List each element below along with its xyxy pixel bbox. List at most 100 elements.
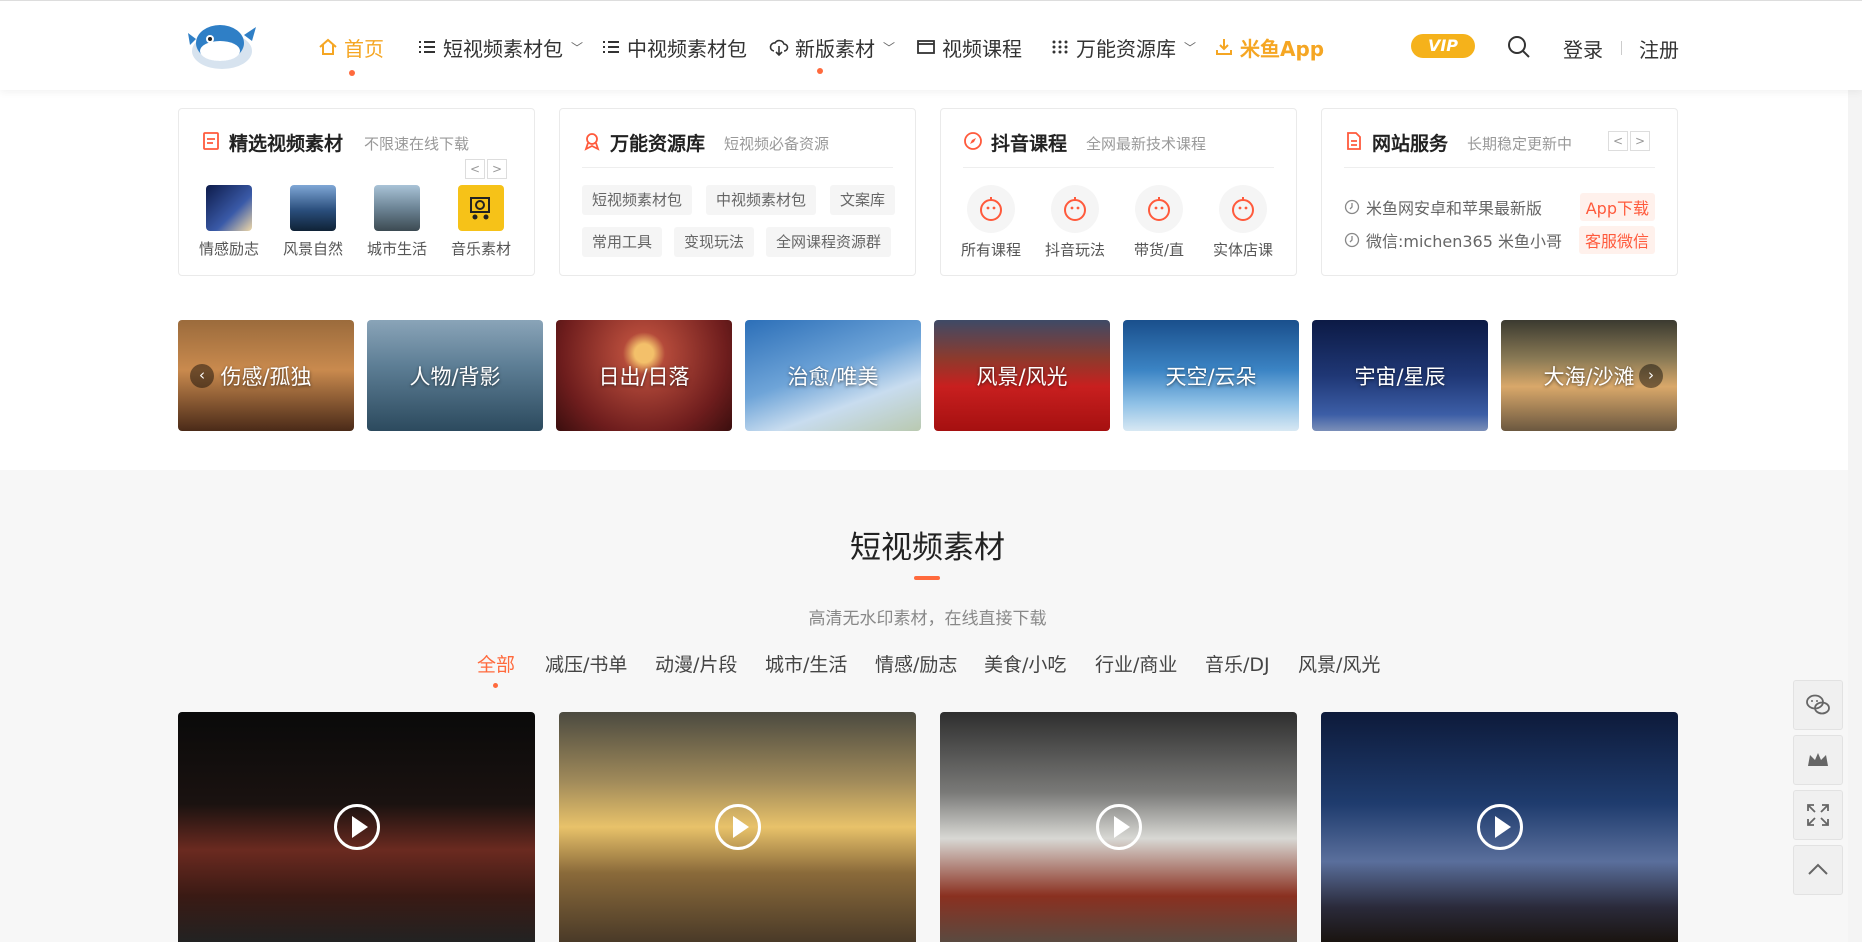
video-thumbnail[interactable] <box>178 712 535 942</box>
card-divider <box>963 167 1274 168</box>
resource-tag[interactable]: 文案库 <box>830 185 896 215</box>
back-to-top-button[interactable] <box>1793 845 1843 895</box>
play-icon[interactable] <box>715 804 761 850</box>
course-circle <box>1219 185 1267 233</box>
chevron-right-icon[interactable]: > <box>1630 131 1650 151</box>
filter-tab[interactable]: 情感/励志 <box>875 650 957 677</box>
chevron-right-icon[interactable]: > <box>487 159 507 179</box>
nav-new-dot <box>817 68 823 74</box>
course-item[interactable]: 实体店课 <box>1203 185 1283 260</box>
nav-resource-library[interactable]: 万能资源库 ﹀ <box>1050 33 1196 61</box>
card-title: 精选视频素材 <box>229 133 344 155</box>
chevron-down-icon: ﹀ <box>1184 40 1197 55</box>
nav-new-materials[interactable]: 新版素材 ﹀ <box>769 33 895 61</box>
section-title-underline <box>914 576 940 580</box>
service-row: 米鱼网安卓和苹果最新版 <box>1344 195 1542 219</box>
resource-tag[interactable]: 变现玩法 <box>674 227 755 257</box>
nav-mid-video-pack[interactable]: 中视频素材包 <box>601 33 747 61</box>
service-text: 米鱼网安卓和苹果最新版 <box>1366 199 1543 218</box>
nav-app[interactable]: 米鱼App <box>1214 33 1324 61</box>
card-subtitle: 全网最新技术课程 <box>1086 135 1207 153</box>
app-download-button[interactable]: App下载 <box>1579 193 1655 221</box>
video-thumbnail[interactable] <box>940 712 1297 942</box>
material-label: 情感励志 <box>198 240 259 258</box>
download-icon <box>1216 39 1232 55</box>
filter-tab[interactable]: 行业/商业 <box>1095 650 1177 677</box>
nav-resource-library-label: 万能资源库 <box>1076 36 1176 61</box>
material-label: 音乐素材 <box>450 240 511 258</box>
card-subtitle: 短视频必备资源 <box>724 135 830 153</box>
clock-icon <box>1344 232 1360 248</box>
service-row: 微信:michen365 米鱼小哥 <box>1344 228 1562 252</box>
vip-button[interactable] <box>1793 735 1843 785</box>
featured-materials-card: 精选视频素材 不限速在线下载 < > 情感励志 风景自然 城市生活 音乐素材 <box>178 108 535 276</box>
play-icon[interactable] <box>1096 804 1142 850</box>
filter-tab[interactable]: 动漫/片段 <box>655 650 737 677</box>
category-banner[interactable]: 宇宙/星辰 <box>1312 320 1488 431</box>
play-icon[interactable] <box>1477 804 1523 850</box>
smiley-icon <box>1232 197 1254 221</box>
category-banner[interactable]: 日出/日落 <box>556 320 732 431</box>
course-item[interactable]: 抖音玩法 <box>1035 185 1115 260</box>
login-link[interactable]: 登录 <box>1563 34 1603 63</box>
card-divider <box>582 167 893 168</box>
banner-label: 伤感/孤独 <box>220 364 312 389</box>
clock-icon <box>1344 199 1360 215</box>
play-icon[interactable] <box>334 804 380 850</box>
filter-tab[interactable]: 音乐/DJ <box>1205 650 1270 677</box>
nav-app-label: 米鱼App <box>1240 36 1325 61</box>
video-thumbnail[interactable] <box>1321 712 1678 942</box>
wechat-button[interactable] <box>1793 680 1843 730</box>
nav-home[interactable]: 首页 <box>318 33 384 61</box>
material-item[interactable]: 情感励志 <box>189 185 269 259</box>
nav-video-courses[interactable]: 视频课程 <box>916 33 1022 61</box>
card-subtitle: 不限速在线下载 <box>364 135 470 153</box>
resource-tag[interactable]: 常用工具 <box>582 227 663 257</box>
douyin-courses-card: 抖音课程 全网最新技术课程 所有课程 抖音玩法 带货/直 实体店课 <box>940 108 1297 276</box>
search-icon[interactable] <box>1507 35 1531 59</box>
resource-tag[interactable]: 中视频素材包 <box>706 185 817 215</box>
material-item[interactable]: 音乐素材 <box>441 185 521 259</box>
filter-tab[interactable]: 美食/小吃 <box>984 650 1066 677</box>
video-thumbnail[interactable] <box>559 712 916 942</box>
category-banner[interactable]: 人物/背影 <box>367 320 543 431</box>
course-label: 实体店课 <box>1212 241 1273 259</box>
material-item[interactable]: 风景自然 <box>273 185 353 259</box>
nav-short-video-pack[interactable]: 短视频素材包 ﹀ <box>417 33 583 61</box>
top-header: 首页 短视频素材包 ﹀ 中视频素材包 新版素材 ﹀ 视频课程 万能资源库 ﹀ 米… <box>0 0 1862 90</box>
register-link[interactable]: 注册 <box>1639 34 1679 63</box>
chevron-left-icon[interactable]: < <box>1608 131 1628 151</box>
fullscreen-button[interactable] <box>1793 790 1843 840</box>
category-banner[interactable]: 风景/风光 <box>934 320 1110 431</box>
page-scrollbar[interactable] <box>1848 0 1862 942</box>
category-banner[interactable]: 治愈/唯美 <box>745 320 921 431</box>
site-services-card: 网站服务 长期稳定更新中 < > 米鱼网安卓和苹果最新版 App下载 微信:mic… <box>1321 108 1678 276</box>
grid-icon <box>1052 40 1068 54</box>
resource-tag[interactable]: 全网课程资源群 <box>766 227 892 257</box>
material-item[interactable]: 城市生活 <box>357 185 437 259</box>
chevron-right-icon[interactable]: › <box>1639 364 1663 388</box>
course-item[interactable]: 所有课程 <box>951 185 1031 260</box>
badge-icon <box>584 133 600 151</box>
resource-tag[interactable]: 短视频素材包 <box>582 185 693 215</box>
course-item[interactable]: 带货/直 <box>1119 185 1199 260</box>
filter-all[interactable]: 全部 <box>477 650 515 677</box>
filter-tab[interactable]: 城市/生活 <box>765 650 847 677</box>
banner-label: 大海/沙滩 <box>1543 364 1635 389</box>
category-banner[interactable]: 天空/云朵 <box>1123 320 1299 431</box>
section-subtitle: 高清无水印素材，在线直接下载 <box>808 609 1047 629</box>
banner-label: 日出/日落 <box>598 364 690 389</box>
chevron-left-icon[interactable]: ‹ <box>190 364 214 388</box>
chevron-left-icon[interactable]: < <box>465 159 485 179</box>
vip-badge[interactable]: VIP <box>1411 34 1475 58</box>
video-icon <box>917 40 935 54</box>
pufferfish-logo-icon[interactable] <box>186 17 258 73</box>
music-cart-icon <box>470 197 490 220</box>
music-thumbnail <box>458 185 504 231</box>
wechat-service-button[interactable]: 客服微信 <box>1578 226 1655 254</box>
course-label: 所有课程 <box>960 241 1021 259</box>
filter-tab[interactable]: 减压/书单 <box>545 650 627 677</box>
banner-label: 风景/风光 <box>976 364 1068 389</box>
filter-tab[interactable]: 风景/风光 <box>1298 650 1380 677</box>
service-text: 微信:michen365 米鱼小哥 <box>1366 232 1562 251</box>
